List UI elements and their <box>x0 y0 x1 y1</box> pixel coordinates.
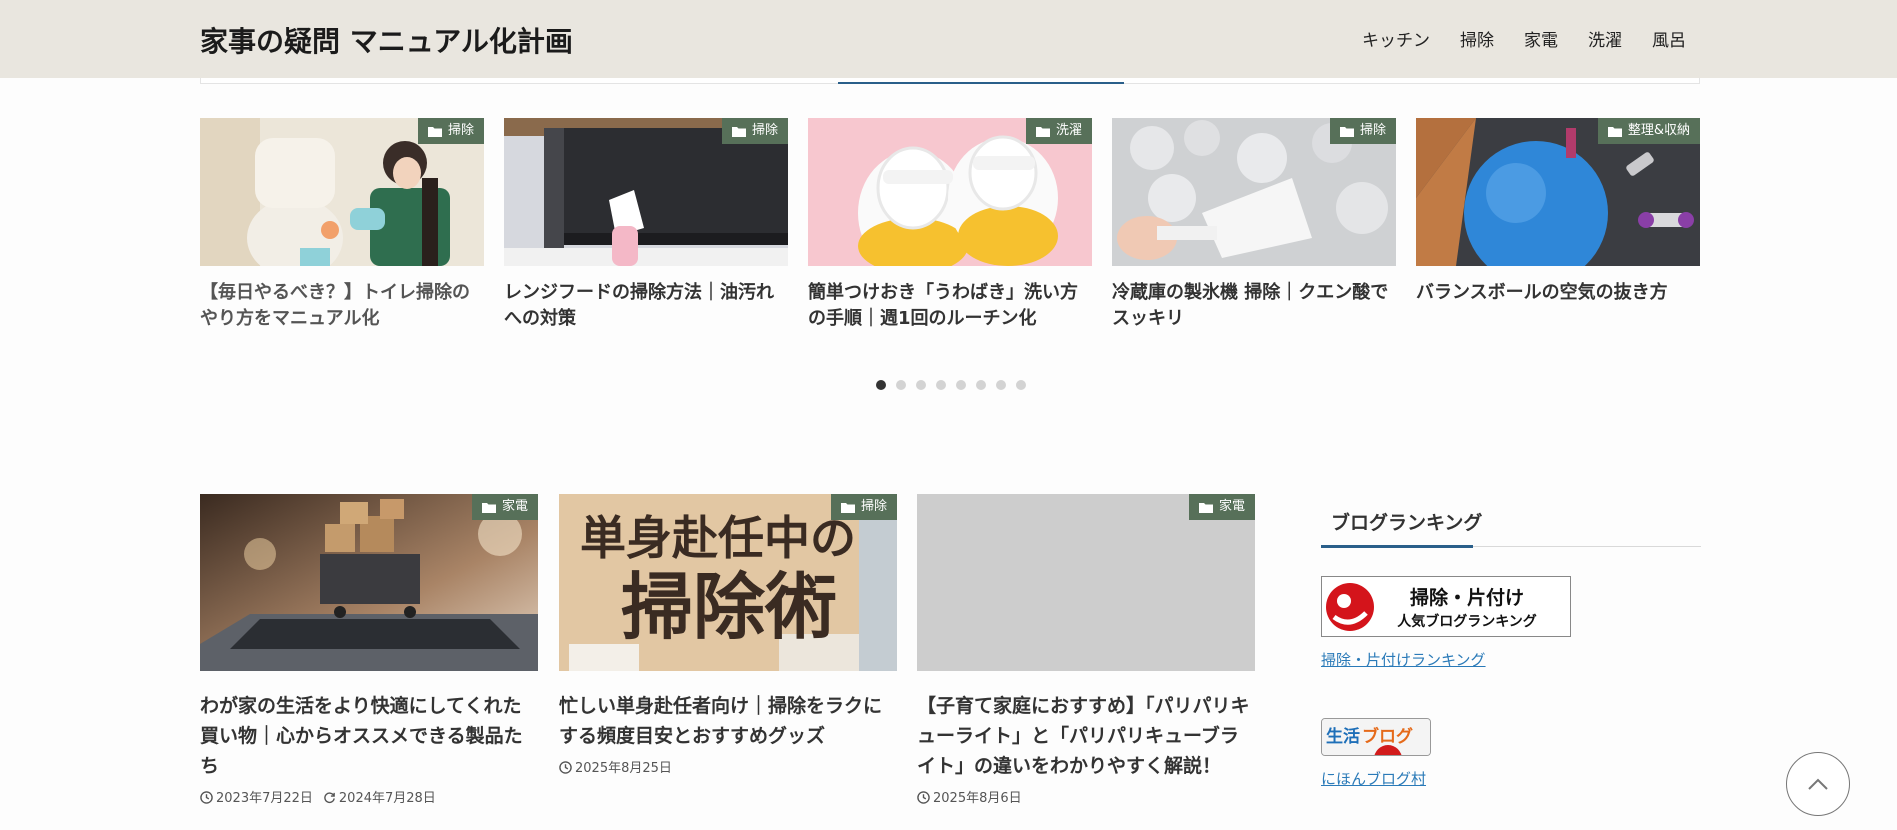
carousel-dot[interactable] <box>896 380 906 390</box>
chevron-up-icon <box>1808 778 1828 790</box>
card-title[interactable]: 簡単つけおき「うわばき」洗い方の手順｜週1回のルーチン化 <box>808 280 1092 332</box>
nihon-blog-banner[interactable]: 生活 ブログ <box>1321 718 1431 756</box>
banner2-text-b: ブログ <box>1362 726 1413 747</box>
folder-icon <box>840 502 855 513</box>
carousel-dot[interactable] <box>876 380 886 390</box>
folder-icon <box>1035 126 1050 137</box>
entry-card[interactable]: 家電 【子育て家庭におすすめ】「パリパリキューライト」と「パリパリキューブライト… <box>917 494 1255 806</box>
site-header: 家事の疑問 マニュアル化計画 キッチン 掃除 家電 洗濯 風呂 <box>0 0 1897 78</box>
entry-meta: 2023年7月22日 2024年7月28日 <box>200 787 538 806</box>
folder-icon <box>1607 126 1622 137</box>
carousel-dot[interactable] <box>956 380 966 390</box>
site-title[interactable]: 家事の疑問 マニュアル化計画 <box>200 20 573 60</box>
card-title[interactable]: 【毎日やるべき？】トイレ掃除のやり方をマニュアル化 <box>200 280 484 332</box>
back-to-top-button[interactable] <box>1786 752 1850 816</box>
nav-item-appliances[interactable]: 家電 <box>1524 26 1558 51</box>
folder-icon <box>731 126 746 137</box>
folder-icon <box>427 126 442 137</box>
category-label: 掃除 <box>751 123 778 138</box>
category-badge[interactable]: 洗濯 <box>1025 118 1092 144</box>
post-date: 2023年7月22日 <box>200 787 313 806</box>
category-label: 掃除 <box>447 123 474 138</box>
ranking-banner[interactable]: 掃除・片付け 人気ブログランキング <box>1321 576 1571 637</box>
clock-icon <box>559 761 572 774</box>
card-thumbnail: 掃除 <box>1112 118 1396 266</box>
carousel-dot[interactable] <box>916 380 926 390</box>
entry-card[interactable]: 単身赴任中の 掃除術 掃除 忙しい単身赴任者向け｜掃除をラクにする頻度目安とおす… <box>559 494 897 776</box>
entry-card[interactable]: 家電 わが家の生活をより快適にしてくれた買い物｜心からオススメできる製品たち 2… <box>200 494 538 806</box>
sidebar-heading: ブログランキング <box>1331 512 1483 534</box>
carousel-card[interactable]: 整理&収納 バランスボールの空気の抜き方 <box>1416 118 1700 306</box>
category-badge[interactable]: 掃除 <box>417 118 484 144</box>
ranking-link[interactable]: 掃除・片付けランキング <box>1321 649 1486 670</box>
folder-icon <box>1198 502 1213 513</box>
category-label: 掃除 <box>1359 123 1386 138</box>
carousel-dot[interactable] <box>976 380 986 390</box>
post-date: 2025年8月25日 <box>559 757 672 776</box>
folder-icon <box>481 502 496 513</box>
entry-meta: 2025年8月6日 <box>917 787 1255 806</box>
entry-thumbnail: 家電 <box>917 494 1255 671</box>
category-badge[interactable]: 掃除 <box>830 494 897 520</box>
card-thumbnail: 掃除 <box>504 118 788 266</box>
category-badge[interactable]: 家電 <box>471 494 538 520</box>
thumbnail-text-bottom: 掃除術 <box>621 565 837 649</box>
nav-item-kitchen[interactable]: キッチン <box>1362 26 1430 51</box>
category-badge[interactable]: 掃除 <box>721 118 788 144</box>
sidebar-widget-heading: ブログランキング <box>1321 500 1701 548</box>
category-label: 洗濯 <box>1055 123 1082 138</box>
clock-icon <box>917 791 930 804</box>
entry-thumbnail: 家電 <box>200 494 538 671</box>
category-label: 整理&収納 <box>1627 123 1690 138</box>
entry-title[interactable]: 忙しい単身赴任者向け｜掃除をラクにする頻度目安とおすすめグッズ <box>559 691 897 751</box>
card-thumbnail: 洗濯 <box>808 118 1092 266</box>
card-title[interactable]: レンジフードの掃除方法｜油汚れへの対策 <box>504 280 788 332</box>
category-badge[interactable]: 掃除 <box>1329 118 1396 144</box>
thumbnail-text-top: 単身赴任中の <box>580 511 856 565</box>
category-label: 家電 <box>501 499 528 514</box>
refresh-icon <box>324 792 335 804</box>
folder-icon <box>1339 126 1354 137</box>
category-label: 掃除 <box>860 499 887 514</box>
entry-meta: 2025年8月25日 <box>559 757 897 776</box>
tab-bar-active-indicator <box>838 78 1124 84</box>
card-title[interactable]: バランスボールの空気の抜き方 <box>1416 280 1700 306</box>
banner-line2: 人気ブログランキング <box>1397 613 1537 630</box>
banner2-text-a: 生活 <box>1326 726 1360 747</box>
category-label: 家電 <box>1218 499 1245 514</box>
nav-item-laundry[interactable]: 洗濯 <box>1588 26 1622 51</box>
carousel-dot[interactable] <box>936 380 946 390</box>
category-badge[interactable]: 家電 <box>1188 494 1255 520</box>
nav-item-cleaning[interactable]: 掃除 <box>1460 26 1494 51</box>
carousel-pagination <box>876 380 1026 390</box>
entry-title[interactable]: わが家の生活をより快適にしてくれた買い物｜心からオススメできる製品たち <box>200 691 538 781</box>
card-title[interactable]: 冷蔵庫の製氷機 掃除｜クエン酸でスッキリ <box>1112 280 1396 332</box>
carousel-dot[interactable] <box>1016 380 1026 390</box>
updated-date: 2024年7月28日 <box>323 787 436 806</box>
carousel-card[interactable]: 掃除 【毎日やるべき？】トイレ掃除のやり方をマニュアル化 <box>200 118 484 332</box>
entry-title[interactable]: 【子育て家庭におすすめ】「パリパリキューライト」と「パリパリキューブライト」の違… <box>917 691 1255 781</box>
carousel-dot[interactable] <box>996 380 1006 390</box>
post-date: 2025年8月6日 <box>917 787 1022 806</box>
entry-thumbnail: 単身赴任中の 掃除術 掃除 <box>559 494 897 671</box>
heading-accent-line <box>1321 545 1473 548</box>
carousel-card[interactable]: 洗濯 簡単つけおき「うわばき」洗い方の手順｜週1回のルーチン化 <box>808 118 1092 332</box>
carousel-card[interactable]: 掃除 冷蔵庫の製氷機 掃除｜クエン酸でスッキリ <box>1112 118 1396 332</box>
global-nav: キッチン 掃除 家電 洗濯 風呂 <box>1362 26 1686 51</box>
card-thumbnail: 整理&収納 <box>1416 118 1700 266</box>
nav-item-bath[interactable]: 風呂 <box>1652 26 1686 51</box>
banner-line1: 掃除・片付け <box>1410 586 1524 609</box>
card-thumbnail: 掃除 <box>200 118 484 266</box>
carousel-card[interactable]: 掃除 レンジフードの掃除方法｜油汚れへの対策 <box>504 118 788 332</box>
category-badge[interactable]: 整理&収納 <box>1597 118 1700 144</box>
clock-icon <box>200 791 213 804</box>
nihon-blog-link[interactable]: にほんブログ村 <box>1321 768 1426 789</box>
